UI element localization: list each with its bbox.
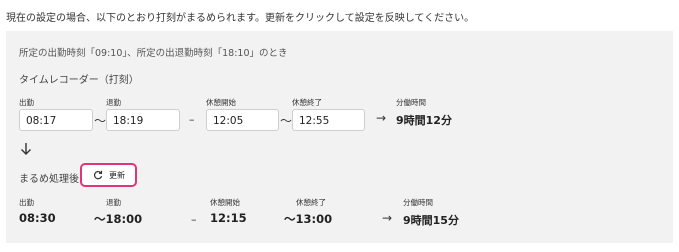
condition-text: 所定の出勤時刻「09:10」、所定の出退勤時刻「18:10」のとき — [19, 48, 288, 59]
arrow-right-icon: → — [376, 111, 387, 125]
rounded-label-break-start: 休憩開始 — [210, 198, 240, 207]
rounded-label-in: 出勤 — [19, 198, 34, 207]
rounded-total-hours: 9時間15分 — [403, 214, 459, 227]
break-start-field[interactable]: 12:05 — [206, 109, 279, 131]
rounded-label-break-end: 休憩終了 — [296, 198, 326, 207]
rounded-break-end: ～13:00 — [284, 212, 333, 226]
tilde-separator: ～ — [280, 114, 293, 128]
recorder-label-work: 分働時間 — [396, 98, 426, 107]
update-button[interactable]: 更新 — [80, 163, 137, 187]
clock-in-field[interactable]: 08:17 — [19, 109, 93, 131]
arrow-right-icon: → — [382, 211, 393, 225]
intro-text: 現在の設定の場合、以下のとおり打刻がまるめられます。更新をクリックして設定を反映… — [6, 13, 475, 24]
recorder-title: タイムレコーダー（打刻） — [19, 75, 139, 86]
dash-separator: – — [189, 113, 195, 126]
refresh-icon — [93, 170, 103, 180]
recorder-label-break-end: 休憩終了 — [292, 98, 322, 107]
recorder-total-hours: 9時間12分 — [396, 114, 452, 127]
rounded-break-start: 12:15 — [210, 211, 247, 225]
rounding-preview-panel: 所定の出勤時刻「09:10」、所定の出退勤時刻「18:10」のとき タイムレコー… — [6, 31, 673, 243]
dash-separator: – — [191, 213, 197, 226]
rounded-clock-in: 08:30 — [19, 211, 56, 225]
update-button-label: 更新 — [109, 170, 125, 180]
rounded-title: まるめ処理後 — [19, 174, 79, 185]
clock-out-field[interactable]: 18:19 — [106, 109, 180, 131]
break-end-field[interactable]: 12:55 — [292, 109, 365, 131]
rounded-clock-out: ～18:00 — [94, 212, 143, 226]
tilde-separator: ～ — [94, 114, 107, 128]
rounded-label-out: 退勤 — [106, 198, 121, 207]
arrow-down-icon — [21, 143, 31, 155]
rounded-label-work: 分働時間 — [403, 198, 433, 207]
recorder-label-out: 退勤 — [106, 98, 121, 107]
recorder-label-in: 出勤 — [19, 98, 34, 107]
recorder-label-break-start: 休憩開始 — [206, 98, 236, 107]
